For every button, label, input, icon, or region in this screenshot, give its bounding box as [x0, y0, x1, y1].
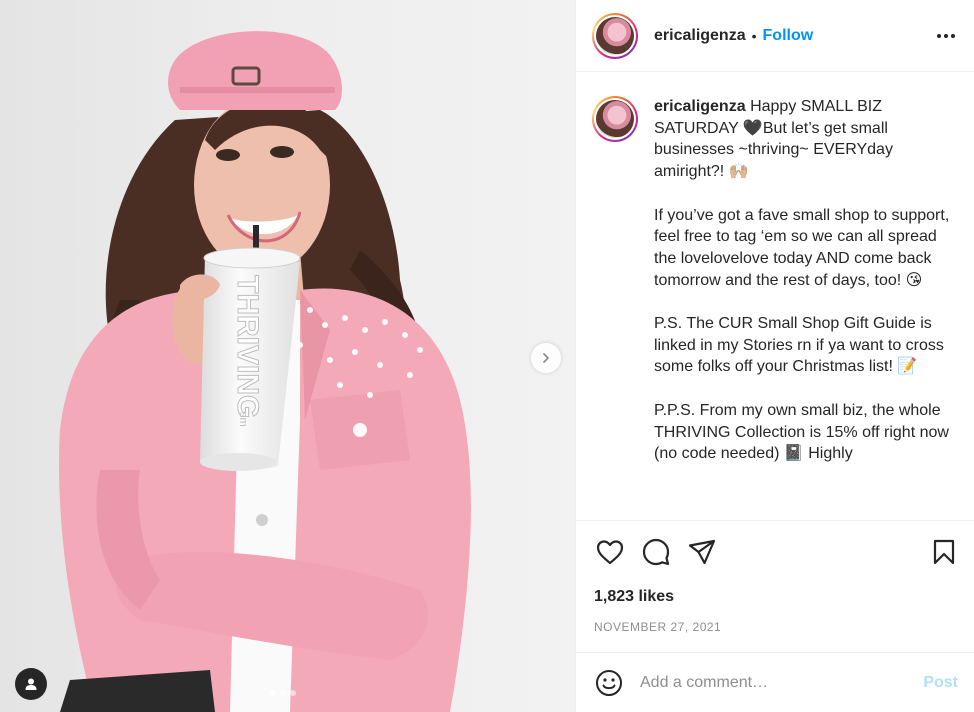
comment-button[interactable]: [640, 536, 672, 568]
post-side-panel: ericaligenza • Follow ericaligenza Happy…: [575, 0, 974, 712]
caption-area: ericaligenza Happy SMALL BIZ SATURDAY 🖤B…: [576, 72, 974, 520]
avatar-border: [594, 98, 636, 140]
comment-icon: [642, 538, 670, 565]
follow-button[interactable]: Follow: [763, 27, 814, 45]
heart-icon: [596, 539, 624, 564]
emoji-icon: [596, 669, 622, 696]
comment-input[interactable]: [640, 673, 924, 692]
tumbler-brand: sm: [237, 412, 249, 427]
post-header: ericaligenza • Follow: [576, 0, 974, 72]
avatar-image: [596, 100, 634, 138]
carousel-dots: [270, 690, 296, 696]
carousel-dot: [280, 690, 286, 696]
more-options-button[interactable]: [934, 24, 958, 48]
avatar-border: [594, 14, 636, 57]
chevron-right-icon: [543, 353, 549, 363]
tumbler-label: THRIVING: [231, 275, 264, 418]
share-button[interactable]: [686, 536, 718, 568]
post-date: NOVEMBER 27, 2021: [594, 620, 722, 634]
caption: ericaligenza Happy SMALL BIZ SATURDAY 🖤B…: [654, 96, 958, 520]
more-horizontal-icon: [937, 33, 955, 38]
user-tag-icon: [25, 678, 37, 690]
post-media[interactable]: THRIVING sm: [0, 0, 575, 712]
likes-count[interactable]: 1,823 likes: [576, 585, 974, 609]
caption-avatar[interactable]: [592, 96, 638, 142]
header-username[interactable]: ericaligenza: [654, 27, 746, 45]
instagram-post: THRIVING sm ericaligenza • Follow erical…: [0, 0, 974, 712]
like-button[interactable]: [594, 536, 626, 568]
post-photo: THRIVING sm: [0, 0, 575, 712]
user-tag-button[interactable]: [15, 668, 47, 700]
bookmark-icon: [933, 539, 955, 564]
caption-username[interactable]: ericaligenza: [654, 98, 746, 115]
carousel-next-button[interactable]: [531, 343, 561, 373]
emoji-button[interactable]: [594, 668, 624, 698]
action-bar: [576, 520, 974, 582]
send-icon: [688, 539, 716, 564]
header-separator: •: [751, 27, 757, 44]
avatar-image: [596, 16, 634, 55]
carousel-dot: [270, 690, 276, 696]
caption-body: Happy SMALL BIZ SATURDAY 🖤But let’s get …: [654, 98, 950, 463]
save-button[interactable]: [928, 536, 960, 568]
post-comment-button[interactable]: Post: [923, 674, 958, 692]
comment-bar: Post: [576, 652, 974, 712]
avatar[interactable]: [592, 12, 638, 59]
carousel-dot: [290, 690, 296, 696]
